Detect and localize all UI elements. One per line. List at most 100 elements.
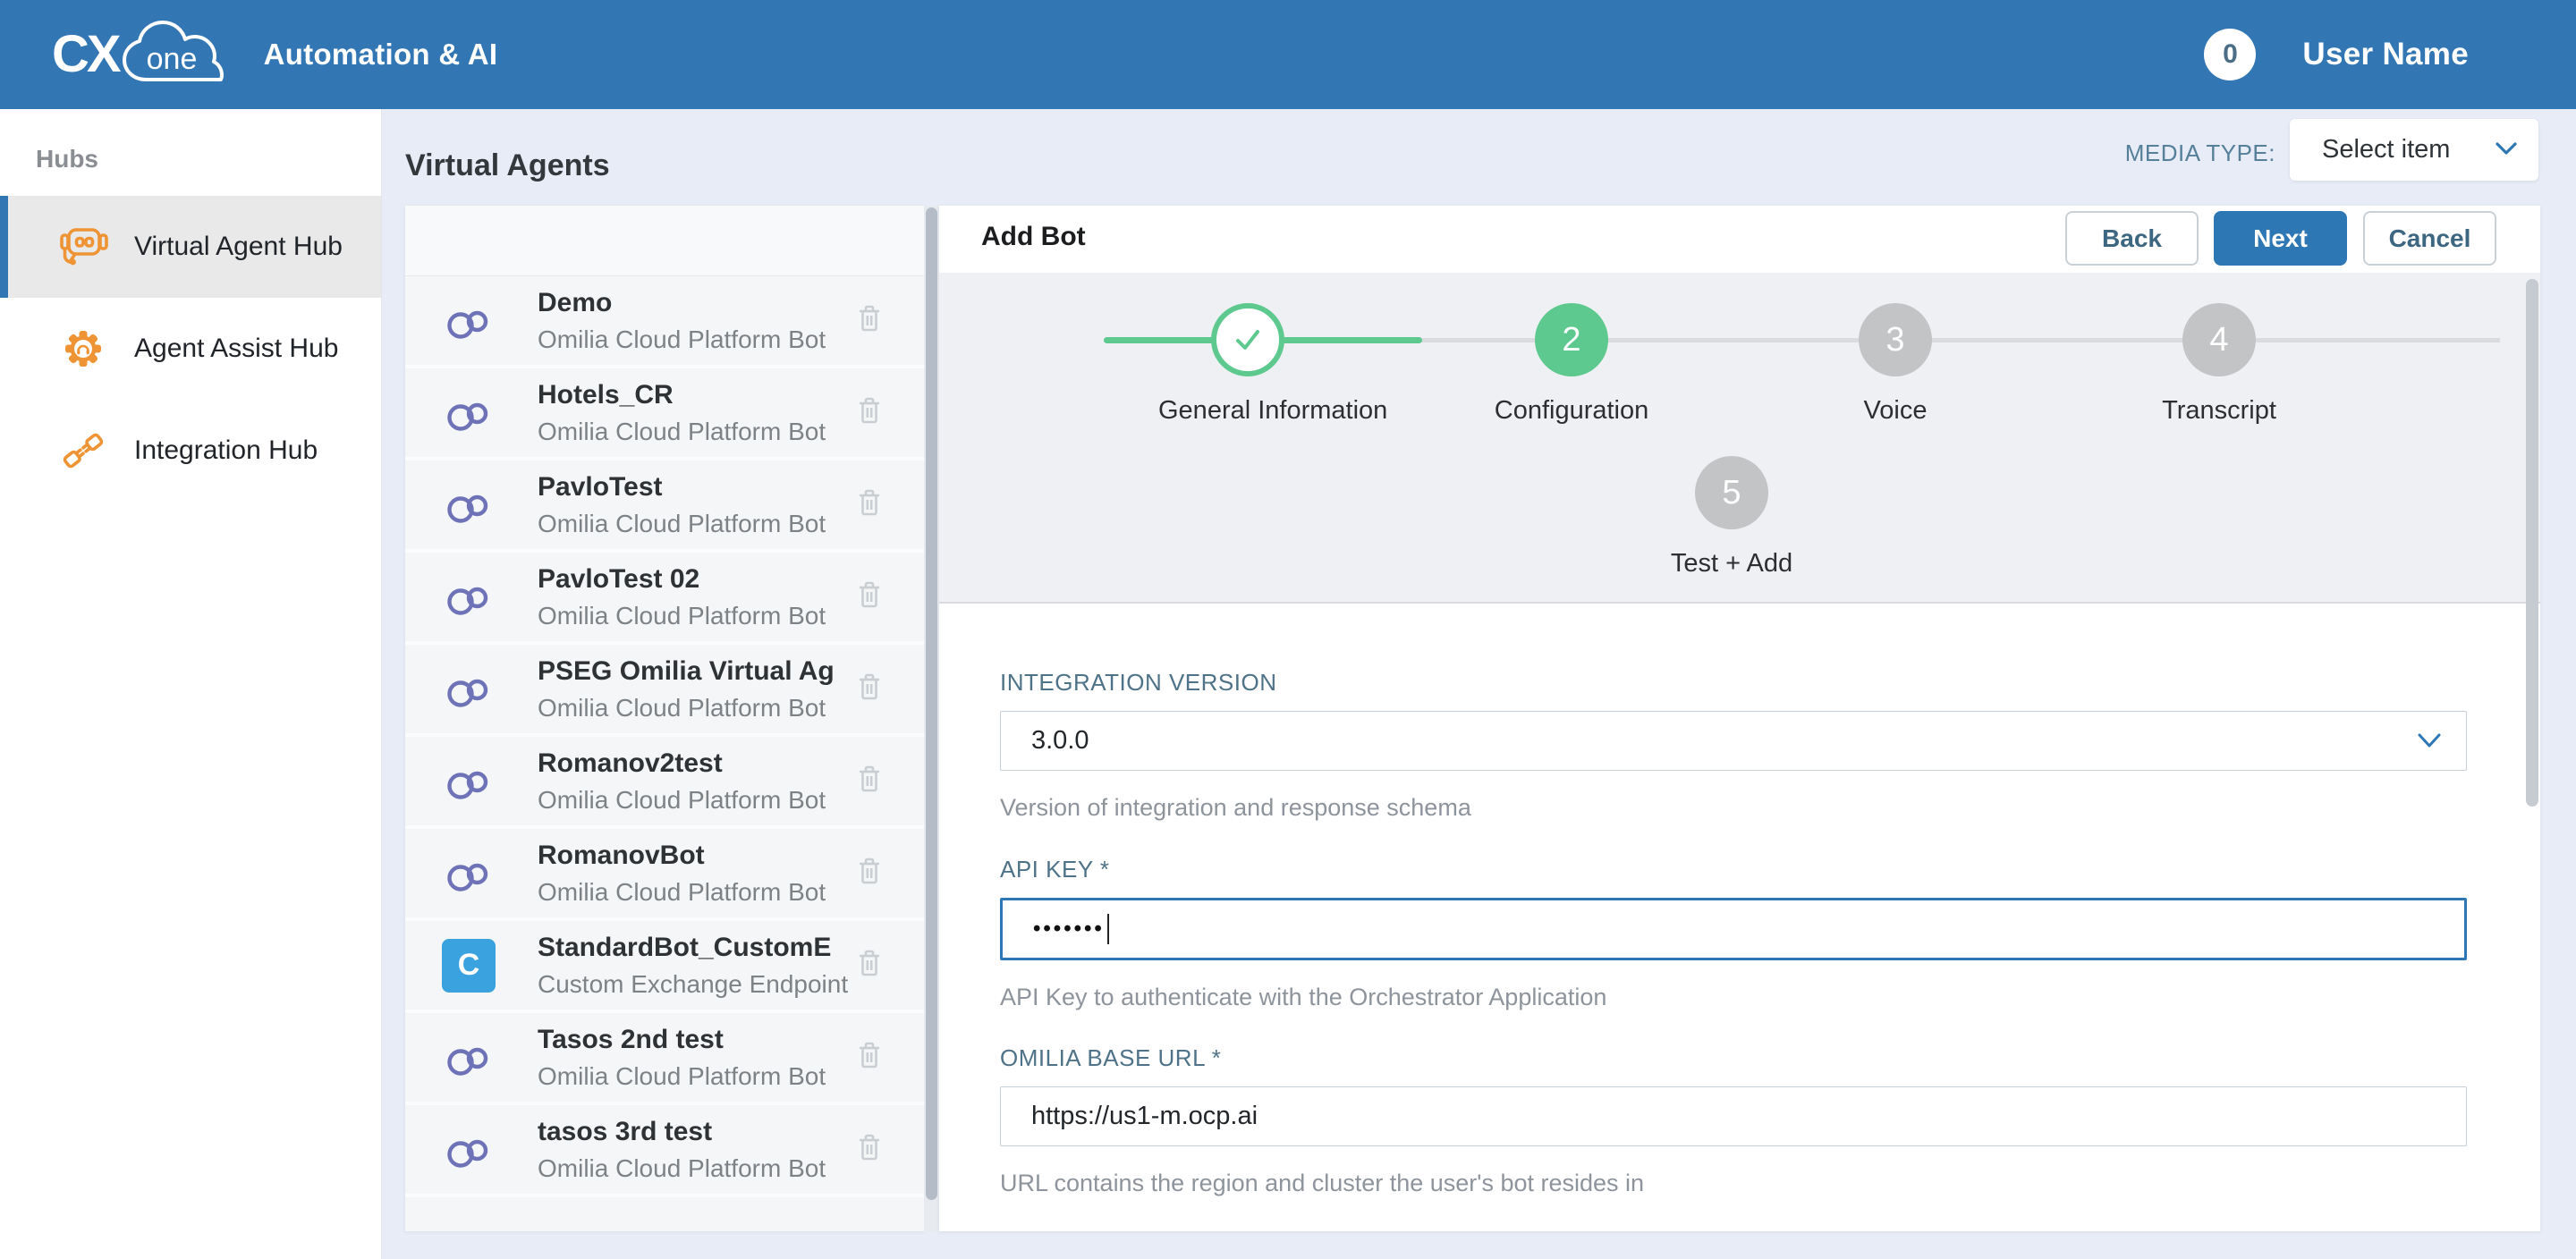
bot-icon-slot — [441, 846, 496, 901]
bot-icon-slot — [441, 477, 496, 533]
field-label: API KEY * — [1000, 856, 2467, 883]
trash-icon[interactable] — [854, 762, 885, 800]
omilia-cloud-icon — [442, 760, 496, 803]
media-type-label: MEDIA TYPE: — [2125, 139, 2275, 167]
avatar[interactable]: 0 — [2204, 29, 2256, 80]
bot-list-item[interactable]: C StandardBot_CustomEndp... Custom Excha… — [405, 921, 924, 1013]
step-circle: 3 — [1859, 303, 1932, 376]
bot-list-item[interactable]: PavloTest 02 Omilia Cloud Platform Bot — [405, 553, 924, 645]
bot-name: PavloTest — [538, 472, 833, 503]
chevron-down-icon — [2418, 733, 2441, 754]
omilia-base-url-input[interactable]: https://us1-m.ocp.ai — [1000, 1086, 2467, 1146]
bot-name: Tasos 2nd test — [538, 1025, 833, 1055]
wizard-panel-scrollbar-thumb[interactable] — [2526, 279, 2538, 807]
next-button[interactable]: Next — [2214, 211, 2347, 266]
bot-icon-slot — [441, 385, 496, 441]
bot-type: Omilia Cloud Platform Bot — [538, 1062, 854, 1091]
api-key-input[interactable]: ••••••• — [1000, 898, 2467, 960]
omilia-cloud-icon — [442, 392, 496, 435]
bot-list-item[interactable]: PSEG Omilia Virtual Agent Omilia Cloud P… — [405, 645, 924, 737]
bot-list-item[interactable]: RomanovBot Omilia Cloud Platform Bot — [405, 829, 924, 921]
bot-type: Omilia Cloud Platform Bot — [538, 325, 854, 354]
app-title: Automation & AI — [264, 38, 498, 72]
trash-icon[interactable] — [854, 1130, 885, 1169]
trash-icon[interactable] — [854, 946, 885, 984]
trash-icon[interactable] — [854, 670, 885, 708]
media-type-value: Select item — [2322, 135, 2450, 165]
cxone-logo-cloud: one — [115, 19, 225, 89]
cancel-button[interactable]: Cancel — [2363, 211, 2496, 266]
bot-list-item[interactable]: Hotels_CR Omilia Cloud Platform Bot — [405, 368, 924, 461]
bot-texts: PSEG Omilia Virtual Agent Omilia Cloud P… — [538, 656, 854, 722]
sidebar-item-label: Virtual Agent Hub — [134, 232, 343, 262]
bot-list-item[interactable]: Romanov2test Omilia Cloud Platform Bot — [405, 737, 924, 829]
step-configuration[interactable]: 2 Configuration — [1482, 303, 1661, 426]
add-bot-header: Add Bot Back Next Cancel — [939, 206, 2540, 275]
field-helper: Version of integration and response sche… — [1000, 794, 2467, 822]
bot-icon-slot — [441, 754, 496, 809]
field-label: INTEGRATION VERSION — [1000, 669, 2467, 697]
bot-name: Demo — [538, 288, 833, 318]
bot-name: RomanovBot — [538, 841, 833, 871]
media-type-select[interactable]: Select item — [2290, 119, 2538, 181]
sidebar-item-agent-assist-hub[interactable]: Agent Assist Hub — [0, 298, 381, 400]
bot-name: PSEG Omilia Virtual Agent — [538, 656, 833, 687]
bot-list-partial-row — [405, 1197, 924, 1231]
bot-icon-slot — [441, 1122, 496, 1178]
step-general-information[interactable]: General Information — [1158, 303, 1337, 426]
add-bot-panel: Add Bot Back Next Cancel General Informa… — [939, 206, 2540, 1231]
trash-icon[interactable] — [854, 578, 885, 616]
bot-texts: PavloTest 02 Omilia Cloud Platform Bot — [538, 564, 854, 630]
trash-icon[interactable] — [854, 301, 885, 340]
step-circle-active: 2 — [1535, 303, 1608, 376]
bot-texts: PavloTest Omilia Cloud Platform Bot — [538, 472, 854, 538]
field-helper: API Key to authenticate with the Orchest… — [1000, 984, 2467, 1011]
gear-headset-icon — [55, 321, 111, 376]
bot-list-item[interactable]: Tasos 2nd test Omilia Cloud Platform Bot — [405, 1013, 924, 1105]
trash-icon[interactable] — [854, 1038, 885, 1077]
user-name[interactable]: User Name — [2302, 37, 2469, 72]
sidebar-item-integration-hub[interactable]: Integration Hub — [0, 400, 381, 502]
bot-type: Omilia Cloud Platform Bot — [538, 878, 854, 907]
step-label: Test + Add — [1642, 549, 1821, 579]
api-key-masked-value: ••••••• — [1033, 917, 1105, 942]
bot-type: Omilia Cloud Platform Bot — [538, 1154, 854, 1183]
sidebar: Hubs Virtual Agent Hub — [0, 109, 382, 1259]
back-button[interactable]: Back — [2065, 211, 2199, 266]
field-helper: URL contains the region and cluster the … — [1000, 1170, 2467, 1197]
bot-type: Omilia Cloud Platform Bot — [538, 694, 854, 722]
bot-list-item[interactable]: PavloTest Omilia Cloud Platform Bot — [405, 461, 924, 553]
chevron-down-icon — [2496, 142, 2517, 161]
step-circle: 4 — [2182, 303, 2256, 376]
bot-list-item[interactable]: Demo Omilia Cloud Platform Bot — [405, 276, 924, 368]
bot-list-scrollbar-thumb[interactable] — [926, 207, 937, 1200]
app-header: CX one Automation & AI 0 User Name — [0, 0, 2576, 109]
step-transcript[interactable]: 4 Transcript — [2130, 303, 2309, 426]
trash-icon[interactable] — [854, 393, 885, 432]
cxone-logo[interactable]: CX one — [52, 21, 225, 89]
cxone-logo-one: one — [146, 42, 197, 76]
sidebar-item-virtual-agent-hub[interactable]: Virtual Agent Hub — [0, 196, 381, 298]
step-label: Configuration — [1482, 396, 1661, 426]
omilia-cloud-icon — [442, 668, 496, 711]
bot-type: Omilia Cloud Platform Bot — [538, 786, 854, 815]
field-omilia-base-url: OMILIA BASE URL * https://us1-m.ocp.ai U… — [1000, 1044, 2467, 1197]
user-area: 0 User Name — [2204, 0, 2576, 109]
bot-list-panel: Demo Omilia Cloud Platform Bot — [405, 206, 924, 1231]
step-circle-completed — [1211, 303, 1284, 376]
trash-icon[interactable] — [854, 854, 885, 892]
bot-type: Omilia Cloud Platform Bot — [538, 418, 854, 446]
check-icon — [1228, 320, 1267, 359]
omilia-cloud-icon — [442, 1128, 496, 1171]
trash-icon[interactable] — [854, 486, 885, 524]
bot-list-item[interactable]: tasos 3rd test Omilia Cloud Platform Bot — [405, 1105, 924, 1197]
bot-texts: tasos 3rd test Omilia Cloud Platform Bot — [538, 1117, 854, 1183]
step-test-add[interactable]: 5 Test + Add — [1642, 456, 1821, 579]
sidebar-item-label: Integration Hub — [134, 435, 318, 466]
step-label: General Information — [1158, 396, 1337, 426]
bot-list-scrollbar[interactable] — [924, 206, 939, 1231]
integration-version-select[interactable]: 3.0.0 — [1000, 711, 2467, 771]
omilia-cloud-icon — [442, 852, 496, 895]
step-voice[interactable]: 3 Voice — [1806, 303, 1985, 426]
step-circle: 5 — [1695, 456, 1768, 529]
